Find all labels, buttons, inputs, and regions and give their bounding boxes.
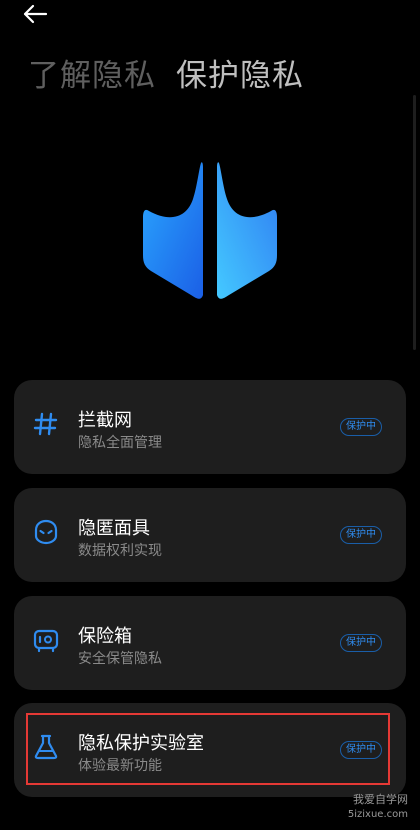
watermark-text: 我爱自学网 [353, 793, 408, 806]
card-intercept-net[interactable]: 拦截网 隐私全面管理 保护中 [14, 380, 406, 474]
header-tabs: 了解隐私 保护隐私 [28, 50, 304, 95]
tab-protect-privacy[interactable]: 保护隐私 [176, 50, 304, 95]
status-badge: 保护中 [340, 526, 382, 544]
privacy-shield-logo [143, 162, 277, 299]
watermark: 我爱自学网 5izixue.com [348, 792, 408, 822]
scrollbar[interactable] [413, 95, 416, 350]
card-title: 拦截网 [78, 410, 132, 431]
status-badge: 保护中 [340, 634, 382, 652]
watermark-url: 5izixue.com [347, 809, 408, 820]
mask-icon [32, 518, 60, 546]
card-subtitle: 数据权利实现 [78, 543, 162, 559]
hash-icon [32, 410, 60, 438]
back-arrow-icon [23, 4, 48, 24]
card-safe-box[interactable]: 保险箱 安全保管隐私 保护中 [14, 596, 406, 690]
back-button[interactable] [22, 0, 62, 28]
status-badge: 保护中 [340, 418, 382, 436]
card-title: 隐匿面具 [78, 518, 150, 539]
card-subtitle: 隐私全面管理 [78, 435, 162, 451]
card-title: 保险箱 [78, 626, 132, 647]
card-subtitle: 安全保管隐私 [78, 651, 162, 667]
tab-learn-privacy[interactable]: 了解隐私 [28, 50, 156, 95]
safe-icon [32, 626, 60, 654]
highlight-box [26, 713, 390, 785]
card-hidden-mask[interactable]: 隐匿面具 数据权利实现 保护中 [14, 488, 406, 582]
